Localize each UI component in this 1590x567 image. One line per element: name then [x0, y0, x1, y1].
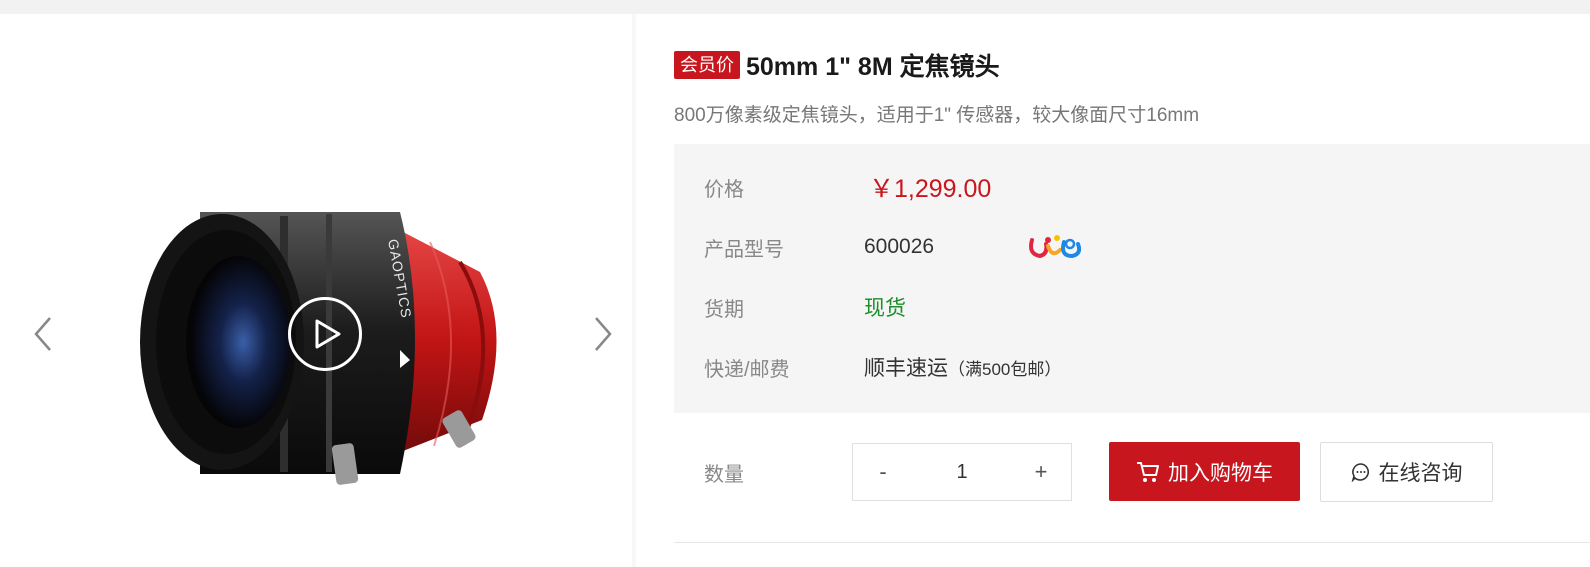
online-consult-label: 在线咨询 [1378, 462, 1463, 485]
cart-icon [1137, 461, 1159, 482]
model-value: 600026 [864, 235, 935, 258]
add-to-cart-button[interactable]: 加入购物车 [1109, 442, 1300, 501]
quantity-label: 数量 [704, 464, 744, 486]
column-divider [632, 14, 636, 567]
spec-panel: 价格 ￥1,299.00 产品型号 600026 货期 现货 快递/邮费 顺丰速… [674, 144, 1590, 413]
product-subtitle: 800万像素级定焦镜头，适用于1" 传感器，较大像面尺寸16mm [674, 105, 1200, 126]
chat-bubble-icon [1351, 463, 1369, 482]
delivery-value: 现货 [864, 297, 906, 320]
brand-logo-icon [1029, 235, 1082, 259]
price-value: ￥1,299.00 [869, 175, 992, 203]
product-title: 50mm 1" 8M 定焦镜头 [746, 53, 1000, 81]
price-label: 价格 [704, 178, 744, 201]
chevron-right-icon[interactable] [586, 314, 616, 354]
model-label: 产品型号 [704, 238, 784, 261]
delivery-label: 货期 [704, 298, 744, 321]
add-to-cart-label: 加入购物车 [1168, 461, 1273, 485]
chevron-left-icon[interactable] [30, 314, 60, 354]
shipping-note: （满500包邮） [948, 360, 1062, 379]
member-price-badge: 会员价 [674, 51, 740, 79]
shipping-value-group: 顺丰速运（满500包邮） [864, 352, 1061, 382]
quantity-decrease-button[interactable]: - [853, 444, 913, 500]
product-gallery: GAOPTICS [4, 14, 632, 567]
play-icon [315, 319, 341, 349]
product-page: GAOPTICS 会员价 50mm 1" 8M 定焦镜头 800万像素级定焦镜头… [0, 14, 1590, 567]
section-divider [674, 542, 1590, 543]
shipping-value: 顺丰速运 [864, 357, 948, 380]
quantity-stepper: - + [852, 443, 1072, 501]
shipping-label: 快递/邮费 [704, 358, 790, 381]
quantity-input[interactable] [913, 444, 1011, 500]
online-consult-button[interactable]: 在线咨询 [1320, 442, 1493, 502]
play-video-button[interactable] [288, 297, 362, 371]
quantity-increase-button[interactable]: + [1011, 444, 1071, 500]
title-row: 会员价 50mm 1" 8M 定焦镜头 [674, 48, 1000, 82]
product-info: 会员价 50mm 1" 8M 定焦镜头 800万像素级定焦镜头，适用于1" 传感… [674, 14, 1590, 567]
